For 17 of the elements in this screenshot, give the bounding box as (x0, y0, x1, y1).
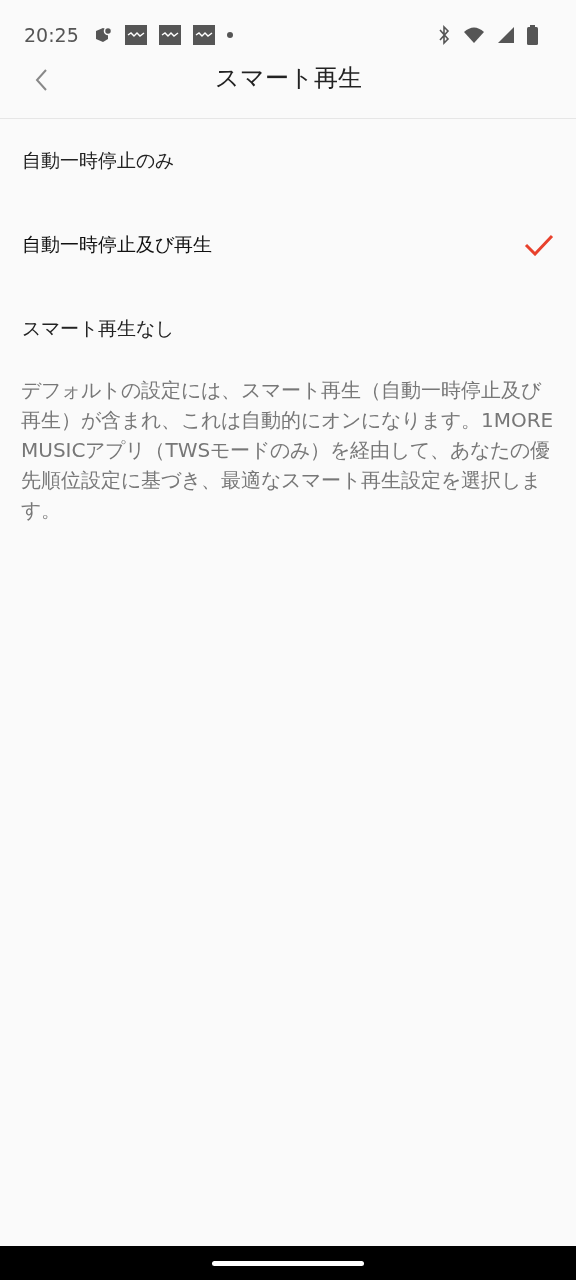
dot-icon (226, 32, 233, 38)
status-time: 20:25 (24, 24, 79, 46)
signal-icon (497, 26, 515, 44)
back-icon[interactable] (34, 68, 48, 92)
notification-icon (124, 25, 147, 45)
home-indicator[interactable] (212, 1260, 364, 1266)
wifi-icon (463, 26, 485, 44)
option-item[interactable]: スマート再生なし (0, 287, 576, 371)
option-item[interactable]: 自動一時停止のみ (0, 119, 576, 203)
description-text: デフォルトの設定には、スマート再生（自動一時停止及び再生）が含まれ、これは自動的にオンになります。1MORE MUSICアプリ（TWSモードのみ）を経由して、あなたの優先順位設定に基づき、最適なスマート再生設定を選択します。 (21, 377, 555, 524)
notification-icon (192, 25, 215, 45)
checkmark-icon (524, 234, 554, 256)
option-item[interactable]: 自動一時停止及び再生 (0, 203, 576, 287)
notification-icon (158, 25, 181, 45)
page-title: スマート再生 (214, 63, 362, 94)
battery-icon (527, 25, 538, 45)
bluetooth-icon (437, 25, 451, 45)
